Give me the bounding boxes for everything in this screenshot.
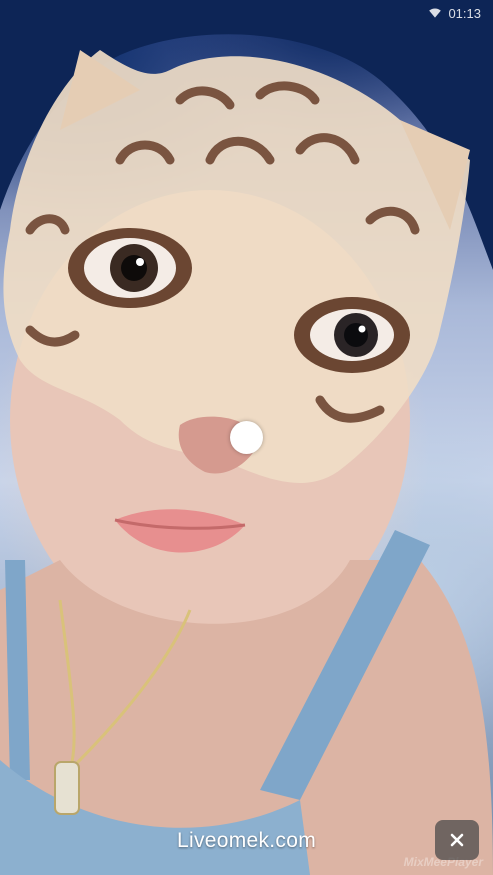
close-icon (450, 833, 464, 847)
video-screen: 01:13 Liveomek.com MixMeePlayer (0, 0, 493, 875)
wifi-icon (429, 8, 442, 18)
touch-indicator (230, 421, 263, 454)
close-button[interactable] (435, 820, 479, 860)
status-bar: 01:13 (0, 0, 493, 26)
watermark-text: Liveomek.com (177, 829, 316, 852)
status-time: 01:13 (448, 5, 481, 21)
